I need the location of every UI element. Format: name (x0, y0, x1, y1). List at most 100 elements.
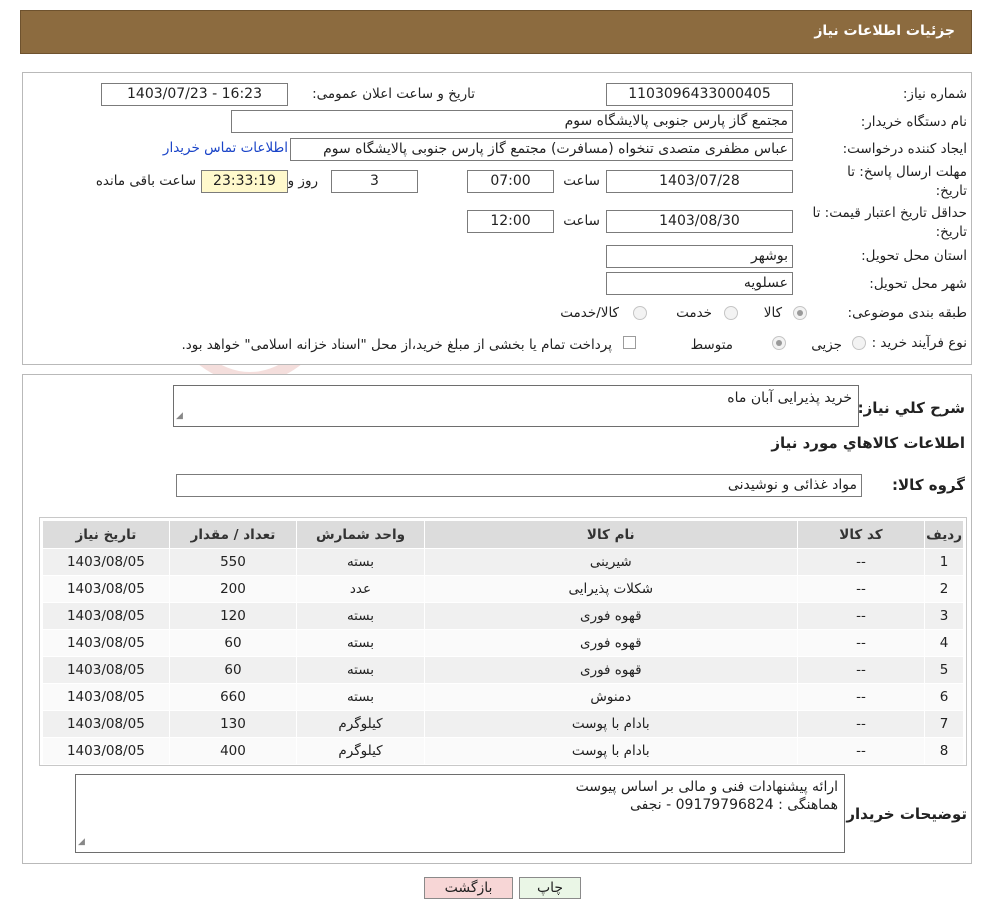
summary-textarea[interactable]: خرید پذیرایی آبان ماه ◢ (173, 385, 859, 427)
col-header-qty: تعداد / مقدار (168, 520, 298, 549)
items-section-title: اطلاعات كالاهاي مورد نياز (771, 434, 965, 452)
days-remaining-field: 3 (331, 170, 418, 193)
category-service-label: خدمت (676, 305, 712, 321)
buyer-notes-textarea[interactable]: ارائه پیشنهادات فنی و مالی بر اساس پیوست… (75, 774, 845, 853)
cell-qty: 660 (168, 683, 298, 711)
buyer-org-field: مجتمع گاز پارس جنوبی پالایشگاه سوم (231, 110, 793, 133)
category-both-label: کالا/خدمت (560, 305, 619, 321)
price-validity-label-date: تاریخ: (935, 224, 967, 240)
cell-code: -- (796, 683, 926, 711)
need-number-label: شماره نیاز: (902, 86, 967, 102)
cell-row-num: 7 (924, 710, 964, 738)
province-label: استان محل تحویل: (861, 248, 967, 264)
reply-deadline-label-date: تاریخ: (935, 183, 967, 199)
category-goods-radio[interactable] (793, 306, 807, 320)
cell-row-num: 3 (924, 602, 964, 630)
table-row: 8 -- بادام با پوست کیلوگرم 400 1403/08/0… (42, 737, 964, 765)
cell-name: شیرینی (423, 548, 798, 576)
resize-grip-icon[interactable]: ◢ (78, 833, 85, 851)
back-button[interactable]: بازگشت (424, 877, 513, 899)
cell-qty: 200 (168, 575, 298, 603)
buyer-contact-link[interactable]: اطلاعات تماس خریدار (163, 140, 288, 156)
cell-row-num: 4 (924, 629, 964, 657)
cell-date: 1403/08/05 (42, 710, 170, 738)
items-table-wrapper: ردیف کد کالا نام کالا واحد شمارش تعداد /… (39, 517, 967, 766)
cell-name: بادام با پوست (423, 737, 798, 765)
col-header-date: تاریخ نیاز (42, 520, 170, 549)
table-row: 5 -- قهوه فوری بسته 60 1403/08/05 (42, 656, 964, 684)
cell-name: قهوه فوری (423, 602, 798, 630)
need-number-field: 1103096433000405 (606, 83, 793, 106)
process-medium-radio[interactable] (772, 336, 786, 350)
cell-unit: بسته (296, 548, 425, 576)
cell-qty: 120 (168, 602, 298, 630)
cell-unit: کیلوگرم (296, 737, 425, 765)
cell-row-num: 8 (924, 737, 964, 765)
price-validity-time-label: ساعت (563, 213, 600, 229)
table-row: 4 -- قهوه فوری بسته 60 1403/08/05 (42, 629, 964, 657)
price-validity-date-field: 1403/08/30 (606, 210, 793, 233)
cell-name: قهوه فوری (423, 629, 798, 657)
cell-name: بادام با پوست (423, 710, 798, 738)
cell-unit: بسته (296, 629, 425, 657)
city-field: عسلویه (606, 272, 793, 295)
category-both-radio[interactable] (633, 306, 647, 320)
print-button[interactable]: چاپ (519, 877, 581, 899)
days-label: روز و (287, 173, 318, 189)
reply-time-label: ساعت (563, 173, 600, 189)
cell-code: -- (796, 737, 926, 765)
treasury-payment-note: پرداخت تمام یا بخشی از مبلغ خرید،از محل … (181, 337, 612, 353)
process-partial-label: جزیی (811, 337, 842, 353)
price-validity-time-field: 12:00 (467, 210, 554, 233)
buyer-notes-label: توضیحات خریدار: (840, 805, 967, 823)
cell-row-num: 6 (924, 683, 964, 711)
cell-code: -- (796, 629, 926, 657)
buyer-notes-line2: هماهنگی : 09179796824 - نجفی (630, 797, 838, 813)
cell-unit: بسته (296, 602, 425, 630)
cell-unit: کیلوگرم (296, 710, 425, 738)
cell-row-num: 2 (924, 575, 964, 603)
cell-date: 1403/08/05 (42, 602, 170, 630)
page-title: جزئیات اطلاعات نیاز (814, 23, 955, 39)
table-row: 3 -- قهوه فوری بسته 120 1403/08/05 (42, 602, 964, 630)
table-row: 1 -- شیرینی بسته 550 1403/08/05 (42, 548, 964, 576)
cell-code: -- (796, 656, 926, 684)
cell-unit: عدد (296, 575, 425, 603)
cell-date: 1403/08/05 (42, 683, 170, 711)
time-remaining-field: 23:33:19 (201, 170, 288, 193)
reply-deadline-date-field: 1403/07/28 (606, 170, 793, 193)
reply-time-field: 07:00 (467, 170, 554, 193)
requester-label: ایجاد کننده درخواست: (842, 141, 967, 157)
table-header-row: ردیف کد کالا نام کالا واحد شمارش تعداد /… (42, 520, 964, 549)
cell-qty: 550 (168, 548, 298, 576)
reply-deadline-label: مهلت ارسال پاسخ: تا (847, 164, 967, 180)
announce-datetime-label: تاریخ و ساعت اعلان عمومی: (312, 86, 475, 102)
cell-date: 1403/08/05 (42, 629, 170, 657)
cell-name: قهوه فوری (423, 656, 798, 684)
summary-label: شرح كلي نياز: (857, 399, 965, 417)
treasury-payment-checkbox[interactable] (623, 336, 636, 349)
cell-name: دمنوش (423, 683, 798, 711)
cell-qty: 130 (168, 710, 298, 738)
category-goods-label: کالا (763, 305, 782, 321)
province-field: بوشهر (606, 245, 793, 268)
cell-qty: 60 (168, 656, 298, 684)
city-label: شهر محل تحویل: (869, 276, 967, 292)
col-header-name: نام کالا (423, 520, 798, 549)
process-partial-radio[interactable] (852, 336, 866, 350)
cell-date: 1403/08/05 (42, 575, 170, 603)
table-row: 2 -- شکلات پذیرایی عدد 200 1403/08/05 (42, 575, 964, 603)
resize-grip-icon[interactable]: ◢ (176, 407, 183, 425)
cell-name: شکلات پذیرایی (423, 575, 798, 603)
page-header: جزئیات اطلاعات نیاز (20, 10, 972, 54)
cell-row-num: 5 (924, 656, 964, 684)
table-row: 7 -- بادام با پوست کیلوگرم 130 1403/08/0… (42, 710, 964, 738)
cell-unit: بسته (296, 656, 425, 684)
price-validity-label: حداقل تاریخ اعتبار قیمت: تا (812, 205, 967, 221)
cell-date: 1403/08/05 (42, 548, 170, 576)
category-service-radio[interactable] (724, 306, 738, 320)
summary-text: خرید پذیرایی آبان ماه (727, 390, 852, 406)
col-header-unit: واحد شمارش (296, 520, 425, 549)
time-remaining-label: ساعت باقی مانده (95, 173, 196, 189)
cell-date: 1403/08/05 (42, 737, 170, 765)
